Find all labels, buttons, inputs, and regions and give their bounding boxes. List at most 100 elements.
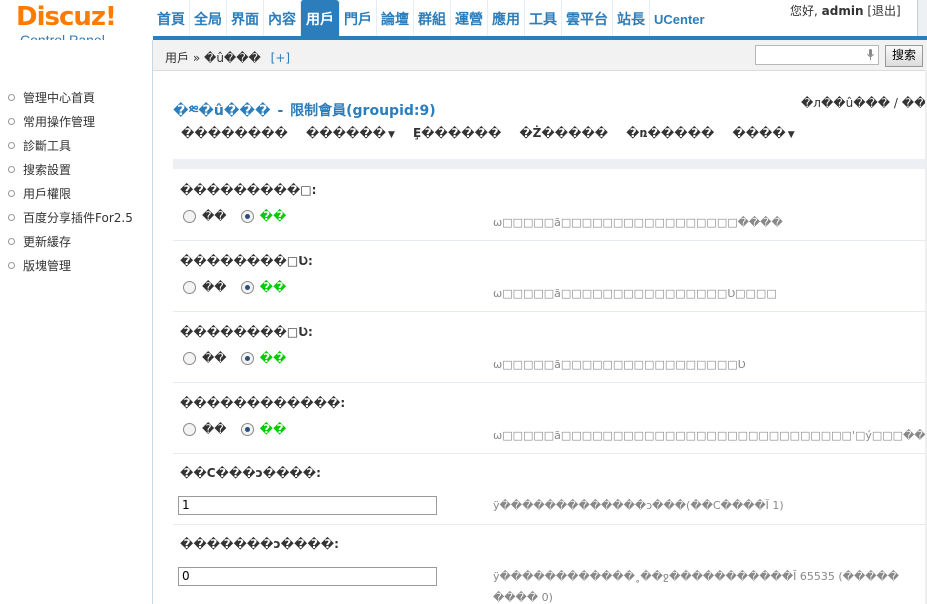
nav-tab-5[interactable]: 門戶 xyxy=(339,0,376,36)
logo-brand: Discuz xyxy=(16,2,106,32)
nav-tab-12[interactable]: 站長 xyxy=(612,0,649,36)
settings-tab-3[interactable]: �Ż����� xyxy=(519,126,608,140)
nav-tab-3[interactable]: 內容 xyxy=(263,0,300,36)
sidebar-item-5[interactable]: 百度分享插件For2.5 xyxy=(8,210,133,234)
crumb-separator: » xyxy=(192,51,201,65)
bullet-icon xyxy=(8,190,15,197)
settings-tab-1[interactable]: ������ ▼ xyxy=(306,126,395,140)
sidebar-item-label: 搜索設置 xyxy=(23,163,72,177)
setting-label: ������������: xyxy=(180,396,346,410)
yes-no-radio-group: �� �� xyxy=(183,209,300,223)
radio-no[interactable] xyxy=(183,210,196,223)
sidebar-item-label: 常用操作管理 xyxy=(23,115,96,129)
setting-description: ÿ������������˳��ջ�����������Ĭ 65535 (���… xyxy=(493,570,900,583)
nav-tab-0[interactable]: 首頁 xyxy=(153,0,189,36)
sidebar-item-label: 用戶權限 xyxy=(23,187,72,201)
nav-tab-9[interactable]: 應用 xyxy=(487,0,524,36)
radio-yes-label: �� xyxy=(259,351,287,365)
nav-tab-8[interactable]: 運營 xyxy=(450,0,487,36)
row-divider xyxy=(173,311,927,312)
bullet-icon xyxy=(8,214,15,221)
title-separator: - xyxy=(277,103,284,119)
bullet-icon xyxy=(8,262,15,269)
dropdown-arrow-icon: ▼ xyxy=(388,130,395,140)
row-divider xyxy=(173,382,927,383)
user-box: 您好, admin [退出] xyxy=(790,2,901,19)
sidebar-item-0[interactable]: 管理中心首頁 xyxy=(8,90,133,114)
number-input[interactable]: 1 xyxy=(178,496,437,515)
microphone-icon[interactable] xyxy=(867,49,874,60)
radio-no[interactable] xyxy=(183,423,196,436)
sidebar-item-6[interactable]: 更新緩存 xyxy=(8,234,133,258)
crumb-root[interactable]: 用戶 xyxy=(165,51,189,65)
setting-label: ��С���ɔ����: xyxy=(180,466,321,480)
username: admin xyxy=(821,4,864,18)
radio-no[interactable] xyxy=(183,281,196,294)
title-group-edit: �༭�û��� xyxy=(173,103,271,119)
settings-tab-label: ������ xyxy=(305,126,387,140)
row-divider xyxy=(173,240,927,241)
nav-tab-10[interactable]: 工具 xyxy=(524,0,561,36)
radio-no[interactable] xyxy=(183,352,196,365)
nav-tab-2[interactable]: 界面 xyxy=(226,0,263,36)
search-input[interactable] xyxy=(755,45,879,65)
radio-no-label: �� xyxy=(202,280,227,294)
sidebar-divider xyxy=(152,40,153,604)
header-edge xyxy=(917,0,927,40)
number-input[interactable]: 0 xyxy=(178,567,437,586)
sidebar-menu: 管理中心首頁 常用操作管理 診斷工具搜索設置用戶權限百度分享插件For2.5 更新緩存… xyxy=(8,90,133,282)
dropdown-arrow-icon: ▼ xyxy=(787,130,795,140)
settings-tab-label: Ȩ������ xyxy=(412,126,502,140)
sidebar: 管理中心首頁 常用操作管理 診斷工具搜索設置用戶權限百度分享插件For2.5 更新緩存… xyxy=(0,70,152,604)
sidebar-item-4[interactable]: 用戶權限 xyxy=(8,186,133,210)
settings-tab-5[interactable]: ���� ▼ xyxy=(732,126,794,140)
setting-label: ��������□Ʋ: xyxy=(180,325,313,339)
sidebar-item-3[interactable]: 搜索設置 xyxy=(8,162,133,186)
setting-label: ���������□: xyxy=(180,183,317,197)
radio-no-label: �� xyxy=(202,209,227,223)
setting-description: ѡ□□□□□ã□□□□□□□□□□□□□□□□Ʋ□□□□ xyxy=(493,287,777,300)
row-divider xyxy=(173,524,927,525)
sidebar-item-7[interactable]: 版塊管理 xyxy=(8,258,133,282)
settings-tab-0[interactable]: �������� xyxy=(181,126,288,140)
sidebar-item-1[interactable]: 常用操作管理 xyxy=(8,114,133,138)
switch-group-link[interactable]: �л��û��� / ��� xyxy=(801,96,927,110)
setting-description-cont: ���� 0) xyxy=(493,591,553,604)
yes-no-radio-group: �� �� xyxy=(183,351,300,365)
sidebar-top xyxy=(0,40,152,70)
title-group-name: 限制會員(groupid:9) xyxy=(290,103,436,119)
logout-link[interactable]: [退出] xyxy=(867,4,900,18)
bullet-icon xyxy=(8,166,15,173)
radio-yes[interactable] xyxy=(240,352,254,365)
settings-tab-2[interactable]: Ȩ������ xyxy=(413,126,501,140)
sidebar-item-label: 診斷工具 xyxy=(23,139,72,153)
nav-tab-11[interactable]: 雲平台 xyxy=(561,0,612,36)
add-shortcut-link[interactable]: [+] xyxy=(271,51,290,65)
top-nav: 首頁 全局 界面 內容 用戶 門戶 論壇 群組 運營 應用 工具 雲平台 站長 UCenter xyxy=(153,0,709,36)
settings-tabs: �������� ������ ▼ Ȩ������ �Ż����� �ռ����� ����… xyxy=(181,126,813,140)
bullet-icon xyxy=(8,238,15,245)
radio-yes-label: �� xyxy=(259,280,287,294)
nav-tab-4[interactable]: 用戶 xyxy=(300,0,339,36)
bullet-icon xyxy=(8,142,15,149)
nav-tab-1[interactable]: 全局 xyxy=(189,0,226,36)
radio-no-label: �� xyxy=(202,351,227,365)
nav-tab-6[interactable]: 論壇 xyxy=(376,0,413,36)
yes-no-radio-group: �� �� xyxy=(183,422,300,436)
nav-tab-13[interactable]: UCenter xyxy=(649,0,709,36)
radio-no-label: �� xyxy=(202,422,227,436)
settings-tab-label: �ռ����� xyxy=(626,126,715,140)
settings-tab-label: �������� xyxy=(181,126,288,140)
radio-yes[interactable] xyxy=(240,281,254,294)
sidebar-item-label: 更新緩存 xyxy=(23,235,72,249)
radio-yes[interactable] xyxy=(240,210,254,223)
radio-yes[interactable] xyxy=(240,423,254,436)
nav-tab-7[interactable]: 群組 xyxy=(413,0,450,36)
settings-tab-4[interactable]: �ռ����� xyxy=(626,126,714,140)
setting-label: ��������□Ʋ: xyxy=(180,254,313,268)
bullet-icon xyxy=(8,94,15,101)
search-button[interactable]: 搜索 xyxy=(885,45,923,67)
sidebar-item-2[interactable]: 診斷工具 xyxy=(8,138,133,162)
greeting-text: 您好, xyxy=(790,4,818,18)
logo-mark: ! xyxy=(105,2,117,32)
